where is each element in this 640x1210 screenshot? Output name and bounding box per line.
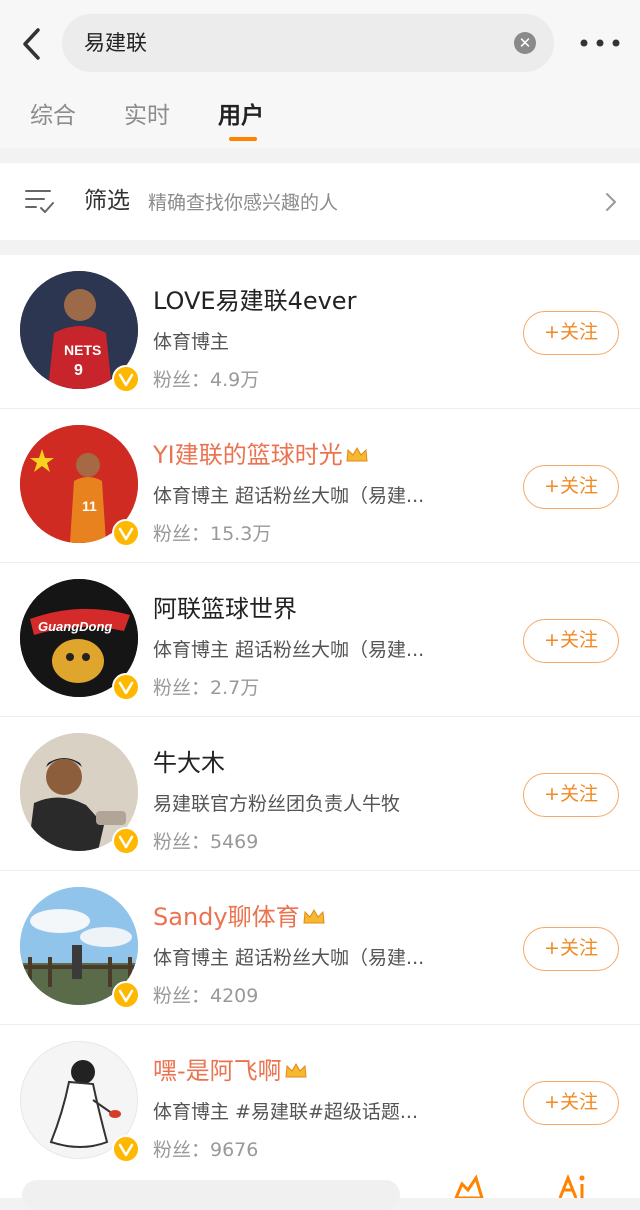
chevron-right-icon [606,193,616,211]
tab-bar: 综合 实时 用户 [0,86,640,142]
user-description: 易建联官方粉丝团负责人牛牧 [153,793,401,815]
follow-button[interactable]: +关注 [523,773,619,817]
ai-icon[interactable] [556,1174,590,1198]
user-list: NETS 9 LOVE易建联4ever 体育博主 粉丝：4.9万 +关注 11 … [0,255,640,1198]
top-header: 易建联 ✕ 综合 实时 用户 [0,0,640,148]
filter-subtitle: 精确查找你感兴趣的人 [148,192,339,214]
fan-count: 粉丝：5469 [153,831,259,853]
fan-count: 粉丝：15.3万 [153,523,272,545]
tab-realtime[interactable]: 实时 [124,96,170,130]
follow-button[interactable]: +关注 [523,311,619,355]
search-input[interactable]: 易建联 ✕ [62,14,554,72]
search-query: 易建联 [84,31,147,55]
verified-badge-icon [112,673,140,701]
user-row[interactable]: 嘿-是阿飞啊 体育博主 #易建联#超级话题... 粉丝：9676 +关注 [0,1025,640,1179]
back-arrow-icon[interactable] [14,24,54,64]
tab-users[interactable]: 用户 [218,96,264,130]
user-description: 体育博主 超话粉丝大咖（易建... [153,639,425,661]
verified-badge-icon [112,1135,140,1163]
svg-text:9: 9 [74,362,83,379]
fan-count: 粉丝：4209 [153,985,259,1007]
user-name[interactable]: LOVE易建联4ever [153,281,356,316]
bottom-bar [0,1168,640,1210]
user-row[interactable]: Sandy聊体育 体育博主 超话粉丝大咖（易建... 粉丝：4209 +关注 [0,871,640,1025]
user-name[interactable]: 阿联篮球世界 [153,589,297,624]
user-row[interactable]: GuangDong 阿联篮球世界 体育博主 超话粉丝大咖（易建... 粉丝：2.… [0,563,640,717]
bottom-search-input[interactable] [22,1180,400,1210]
fan-count: 粉丝：2.7万 [153,677,260,699]
user-description: 体育博主 超话粉丝大咖（易建... [153,947,425,969]
filter-bar[interactable]: 筛选 精确查找你感兴趣的人 [0,163,640,240]
verified-badge-icon [112,365,140,393]
verified-badge-icon [112,519,140,547]
hot-icon[interactable] [452,1174,486,1198]
user-description: 体育博主 #易建联#超级话题... [153,1101,418,1123]
user-name[interactable]: Sandy聊体育 [153,897,326,932]
user-name[interactable]: YI建联的篮球时光 [153,435,369,470]
follow-button[interactable]: +关注 [523,619,619,663]
filter-title: 筛选 [84,188,130,214]
fan-count: 粉丝：9676 [153,1139,259,1161]
more-icon[interactable] [578,28,622,58]
user-description: 体育博主 [153,331,230,353]
user-name[interactable]: 嘿-是阿飞啊 [153,1051,308,1086]
fan-count: 粉丝：4.9万 [153,369,260,391]
user-name[interactable]: 牛大木 [153,743,225,778]
active-tab-indicator [229,137,257,141]
user-row[interactable]: 牛大木 易建联官方粉丝团负责人牛牧 粉丝：5469 +关注 [0,717,640,871]
verified-badge-icon [112,981,140,1009]
follow-button[interactable]: +关注 [523,465,619,509]
follow-button[interactable]: +关注 [523,1081,619,1125]
user-row[interactable]: NETS 9 LOVE易建联4ever 体育博主 粉丝：4.9万 +关注 [0,255,640,409]
user-description: 体育博主 超话粉丝大咖（易建... [153,485,425,507]
follow-button[interactable]: +关注 [523,927,619,971]
crown-icon [303,908,325,924]
svg-text:NETS: NETS [64,342,101,358]
clear-icon[interactable]: ✕ [514,32,536,54]
crown-icon [346,446,368,462]
user-row[interactable]: 11 YI建联的篮球时光 体育博主 超话粉丝大咖（易建... 粉丝：15.3万 … [0,409,640,563]
svg-text:GuangDong: GuangDong [38,619,112,634]
filter-icon [25,190,54,213]
svg-text:11: 11 [82,498,97,514]
crown-icon [285,1062,307,1078]
tab-all[interactable]: 综合 [30,96,76,130]
verified-badge-icon [112,827,140,855]
